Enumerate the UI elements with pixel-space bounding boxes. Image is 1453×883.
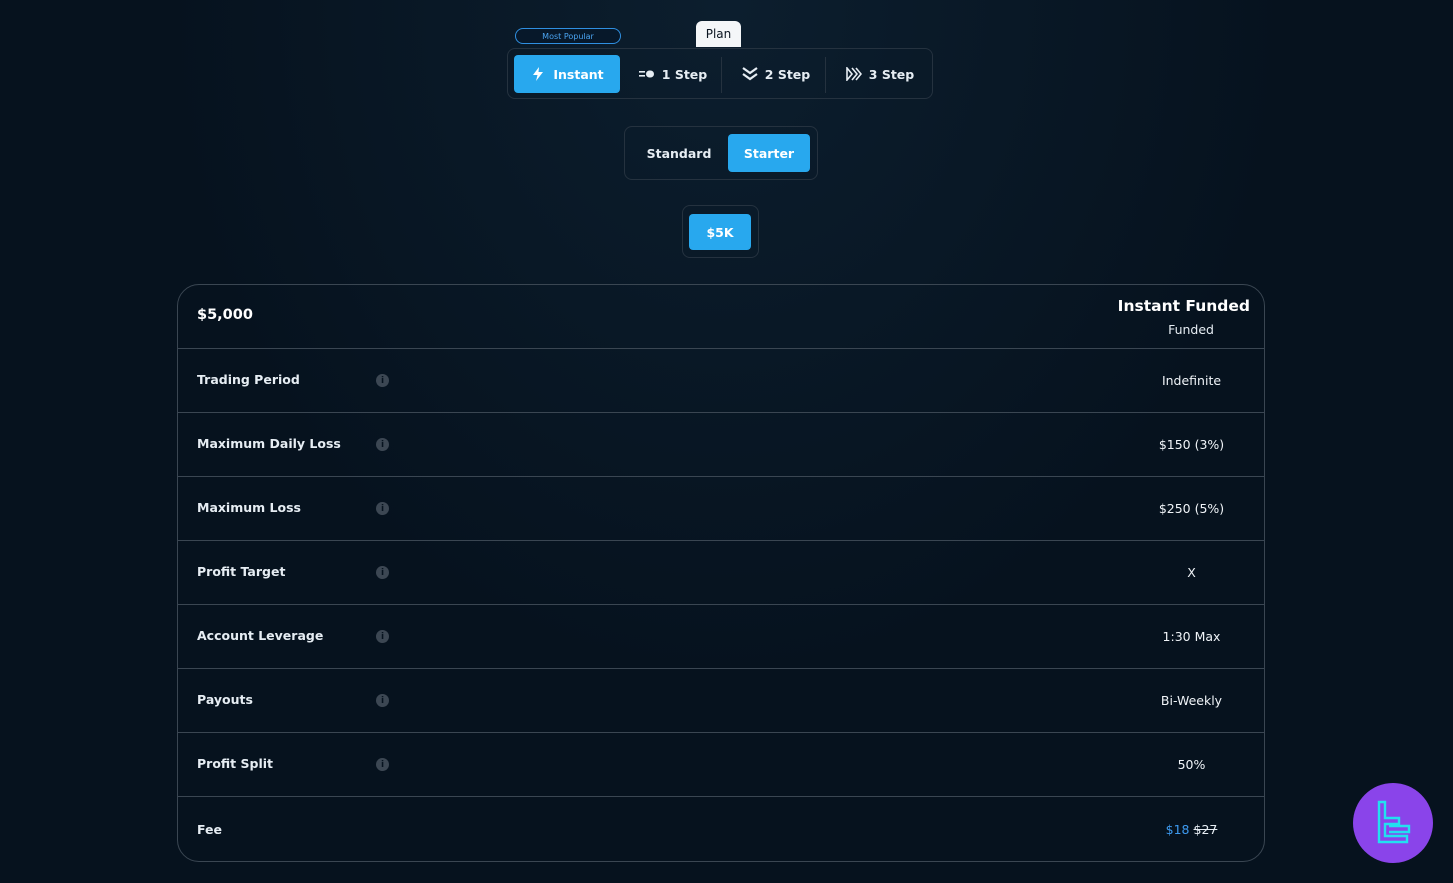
row-label: Maximum Daily Loss bbox=[197, 436, 341, 451]
dash-arrow-icon bbox=[638, 66, 655, 82]
row-value: 1:30 Max bbox=[1162, 629, 1221, 644]
row-label: Profit Split bbox=[197, 756, 274, 771]
tab-1-step[interactable]: 1 Step bbox=[628, 55, 718, 93]
brand-logo-icon[interactable] bbox=[1353, 783, 1433, 863]
table-row: Account Leverage i 1:30 Max bbox=[178, 605, 1264, 669]
info-icon[interactable]: i bbox=[376, 566, 389, 579]
standard-option[interactable]: Standard bbox=[632, 134, 726, 172]
tab-label: 3 Step bbox=[868, 66, 915, 82]
row-label: Maximum Loss bbox=[197, 500, 301, 515]
lightning-icon bbox=[530, 66, 546, 82]
account-size-selector: $5K bbox=[682, 205, 759, 258]
most-popular-badge: Most Popular bbox=[515, 28, 621, 44]
table-row: Payouts i Bi-Weekly bbox=[178, 669, 1264, 733]
starter-option[interactable]: Starter bbox=[728, 134, 810, 172]
row-label: Fee bbox=[197, 822, 222, 837]
row-value: Indefinite bbox=[1161, 373, 1222, 388]
table-row: Trading Period i Indefinite bbox=[178, 349, 1264, 413]
row-value: 50% bbox=[1177, 757, 1206, 772]
info-icon[interactable]: i bbox=[376, 438, 389, 451]
row-label: Payouts bbox=[197, 692, 253, 707]
row-value: $250 (5%) bbox=[1158, 501, 1225, 516]
tab-3-step[interactable]: 3 Step bbox=[832, 55, 928, 93]
double-chevron-down-icon bbox=[742, 66, 758, 82]
row-label: Account Leverage bbox=[197, 628, 324, 643]
row-label: Profit Target bbox=[197, 564, 286, 579]
table-row: Maximum Daily Loss i $150 (3%) bbox=[178, 413, 1264, 477]
tab-label: Instant bbox=[553, 66, 604, 82]
size-5k-button[interactable]: $5K bbox=[689, 214, 751, 250]
divider bbox=[825, 57, 826, 93]
tab-label: 1 Step bbox=[661, 66, 708, 82]
fee-value: $18 $27 bbox=[1118, 822, 1264, 837]
table-row-fee: Fee $18 $27 bbox=[178, 797, 1264, 861]
plan-tabs: Instant 1 Step 2 Step 3 Step bbox=[507, 48, 933, 99]
info-icon[interactable]: i bbox=[376, 502, 389, 515]
row-value: X bbox=[1187, 565, 1196, 580]
plan-details-table: $5,000 Instant Funded Funded Trading Per… bbox=[177, 284, 1265, 862]
tab-instant[interactable]: Instant bbox=[514, 55, 620, 93]
triple-chevron-right-icon bbox=[845, 66, 862, 82]
table-row: Profit Split i 50% bbox=[178, 733, 1264, 797]
account-type-toggle: Standard Starter bbox=[624, 126, 818, 180]
fee-price: $18 bbox=[1165, 822, 1190, 837]
table-row: Profit Target i X bbox=[178, 541, 1264, 605]
plan-caption: Plan bbox=[696, 21, 741, 47]
tab-2-step[interactable]: 2 Step bbox=[728, 55, 824, 93]
plan-subtitle: Funded bbox=[1168, 322, 1214, 337]
info-icon[interactable]: i bbox=[376, 758, 389, 771]
info-icon[interactable]: i bbox=[376, 374, 389, 387]
row-label: Trading Period bbox=[197, 372, 300, 387]
fee-original-price: $27 bbox=[1193, 822, 1218, 837]
row-value: Bi-Weekly bbox=[1160, 693, 1223, 708]
info-icon[interactable]: i bbox=[376, 694, 389, 707]
account-amount: $5,000 bbox=[197, 307, 253, 323]
table-header: $5,000 Instant Funded Funded bbox=[178, 285, 1264, 349]
divider bbox=[721, 57, 722, 93]
table-row: Maximum Loss i $250 (5%) bbox=[178, 477, 1264, 541]
tab-label: 2 Step bbox=[764, 66, 811, 82]
info-icon[interactable]: i bbox=[376, 630, 389, 643]
plan-name: Instant Funded bbox=[1117, 297, 1250, 315]
row-value: $150 (3%) bbox=[1158, 437, 1225, 452]
